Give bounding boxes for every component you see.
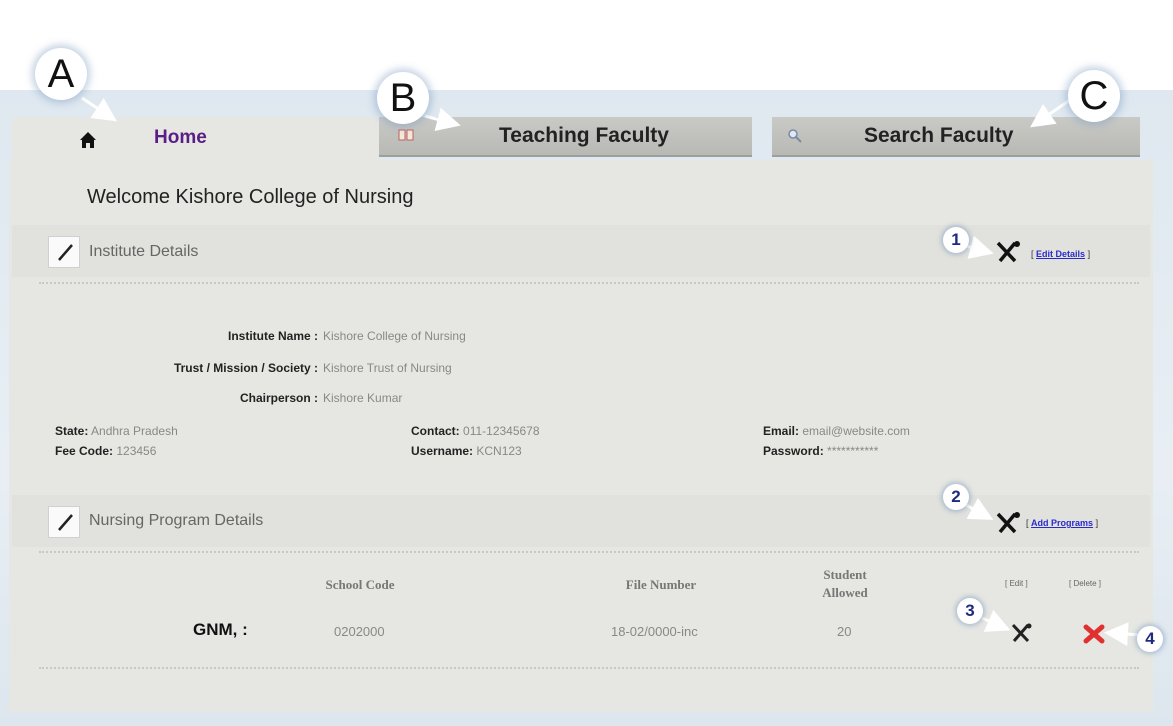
username-value: KCN123 — [476, 444, 522, 458]
students-allowed-cell: 20 — [837, 624, 852, 639]
contact-field: Contact: 011-12345678 — [411, 424, 540, 438]
state-value: Andhra Pradesh — [91, 424, 178, 438]
book-icon — [398, 128, 414, 147]
file-number-cell: 18-02/0000-inc — [611, 624, 698, 639]
nursing-program-title: Nursing Program Details — [89, 512, 264, 529]
welcome-heading: Welcome Kishore College of Nursing — [87, 186, 414, 208]
state-field: State: Andhra Pradesh — [55, 424, 178, 438]
institute-name-value: Kishore College of Nursing — [323, 329, 466, 343]
callout-b: B — [377, 72, 429, 124]
divider — [39, 282, 1139, 284]
tab-search-faculty[interactable]: Search Faculty — [772, 117, 1140, 157]
tab-home[interactable]: Home — [12, 117, 380, 160]
school-code-cell: 0202000 — [334, 624, 385, 639]
username-field: Username: KCN123 — [411, 444, 522, 458]
callout-c: C — [1068, 70, 1120, 122]
callout-1: 1 — [943, 227, 969, 253]
bracket-close: ] — [1095, 518, 1099, 528]
username-label: Username: — [411, 444, 474, 458]
edit-row-icon[interactable] — [1011, 623, 1033, 648]
institute-name-label: Institute Name : — [227, 329, 318, 343]
magnifier-icon — [787, 128, 803, 149]
fee-code-value: 123456 — [116, 444, 157, 458]
bracket-open: [ — [1031, 249, 1034, 259]
tools-icon[interactable] — [995, 511, 1023, 540]
bracket-close: ] — [1087, 249, 1091, 259]
callout-3: 3 — [957, 598, 983, 624]
tab-teaching-faculty-label: Teaching Faculty — [499, 124, 669, 147]
delete-row-icon[interactable] — [1083, 624, 1105, 649]
tab-teaching-faculty[interactable]: Teaching Faculty — [379, 117, 752, 157]
contact-label: Contact: — [411, 424, 460, 438]
pencil-icon — [48, 506, 80, 538]
edit-details-link-wrapper: [ Edit Details ] — [1031, 249, 1090, 259]
student-allowed-header-line2: Allowed — [822, 585, 868, 600]
state-label: State: — [55, 424, 89, 438]
password-field: Password: *********** — [763, 444, 878, 458]
add-programs-link[interactable]: Add Programs — [1031, 518, 1093, 528]
bracket-open: [ — [1026, 518, 1029, 528]
trust-value: Kishore Trust of Nursing — [323, 361, 452, 375]
email-field: Email: email@website.com — [763, 424, 910, 438]
home-icon — [79, 131, 97, 154]
password-label: Password: — [763, 444, 824, 458]
email-value: email@website.com — [802, 424, 910, 438]
tab-home-label: Home — [154, 127, 207, 148]
tab-search-faculty-label: Search Faculty — [864, 124, 1014, 147]
fee-code-label: Fee Code: — [55, 444, 114, 458]
tools-icon[interactable] — [995, 240, 1023, 269]
file-number-header: File Number — [625, 577, 697, 592]
school-code-header: School Code — [325, 577, 395, 592]
email-label: Email: — [763, 424, 800, 438]
pencil-icon — [48, 236, 80, 268]
program-name: GNM, : — [193, 620, 248, 639]
chairperson-value: Kishore Kumar — [323, 391, 403, 405]
callout-a: A — [35, 48, 87, 100]
fee-code-field: Fee Code: 123456 — [55, 444, 156, 458]
edit-column-header: [ Edit ] — [1005, 579, 1028, 588]
divider — [39, 667, 1139, 669]
add-programs-link-wrapper: [ Add Programs ] — [1026, 518, 1098, 528]
trust-label: Trust / Mission / Society : — [173, 361, 318, 375]
divider — [39, 551, 1139, 553]
student-allowed-header-line1: Student — [823, 567, 867, 582]
password-value: *********** — [827, 444, 879, 458]
chairperson-label: Chairperson : — [239, 391, 318, 405]
edit-details-link[interactable]: Edit Details — [1036, 249, 1085, 259]
contact-value: 011-12345678 — [463, 424, 540, 438]
callout-4: 4 — [1137, 626, 1163, 652]
delete-column-header: [ Delete ] — [1069, 579, 1102, 588]
institute-details-title: Institute Details — [89, 243, 199, 260]
callout-2: 2 — [943, 484, 969, 510]
